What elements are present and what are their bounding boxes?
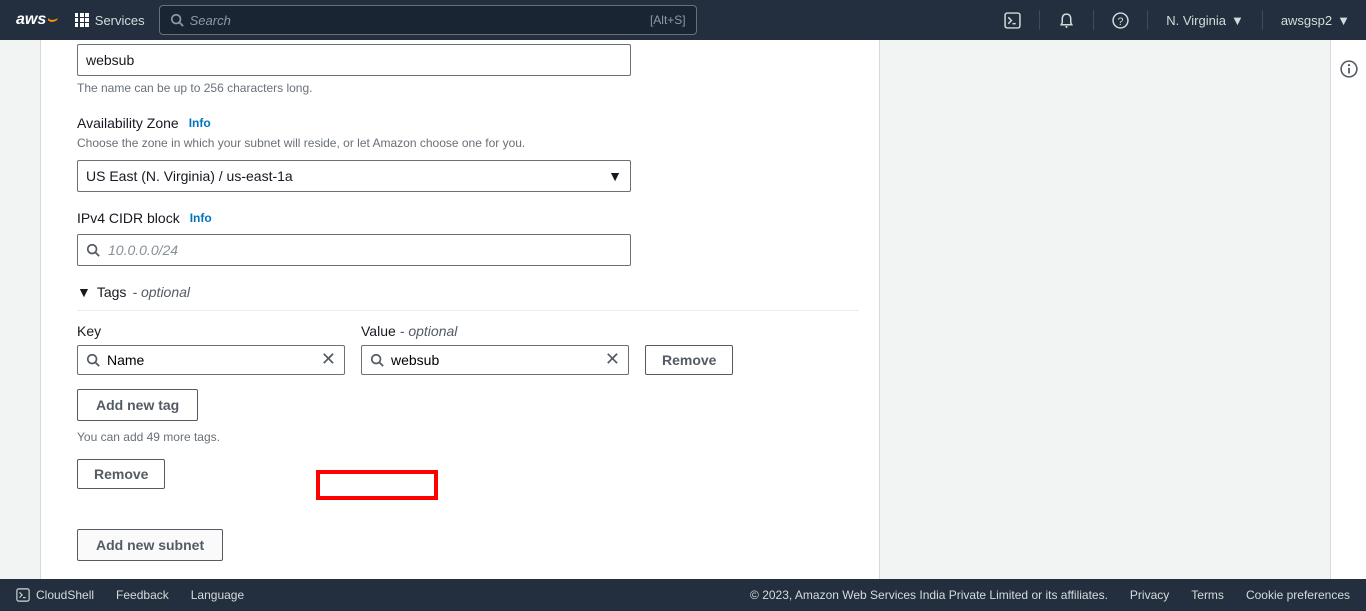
search-icon — [370, 353, 384, 367]
main-scroll[interactable]: websub The name can be up to 256 charact… — [0, 40, 1330, 579]
tag-key-label: Key — [77, 323, 345, 339]
tag-key-input[interactable]: Name ✕ — [77, 345, 345, 375]
help-icon[interactable]: ? — [1112, 12, 1129, 29]
terms-link[interactable]: Terms — [1191, 588, 1224, 602]
top-nav: aws⌣ Services Search [Alt+S] ? N. Virgin… — [0, 0, 1366, 40]
region-selector[interactable]: N. Virginia ▼ — [1166, 13, 1244, 28]
cookies-link[interactable]: Cookie preferences — [1246, 588, 1350, 602]
clear-icon[interactable]: ✕ — [605, 349, 620, 370]
search-icon — [86, 353, 100, 367]
account-selector[interactable]: awsgsp2 ▼ — [1281, 13, 1350, 28]
tag-value-label: Value - optional — [361, 323, 629, 339]
az-info-link[interactable]: Info — [189, 116, 211, 130]
remove-tag-button[interactable]: Remove — [645, 345, 733, 375]
language-link[interactable]: Language — [191, 588, 244, 602]
dropdown-caret-icon: ▼ — [608, 168, 622, 184]
az-select[interactable]: US East (N. Virginia) / us-east-1a ▼ — [77, 160, 631, 192]
az-label: Availability Zone Info — [77, 115, 859, 131]
caret-down-icon: ▼ — [77, 284, 91, 300]
services-menu[interactable]: Services — [75, 13, 145, 28]
cloudshell-link[interactable]: CloudShell — [16, 588, 94, 602]
cloudshell-icon — [16, 588, 30, 602]
subnet-name-help: The name can be up to 256 characters lon… — [77, 80, 859, 97]
search-icon — [86, 243, 100, 257]
tag-limit-help: You can add 49 more tags. — [77, 429, 859, 446]
az-value: US East (N. Virginia) / us-east-1a — [86, 168, 293, 184]
copyright-text: © 2023, Amazon Web Services India Privat… — [750, 588, 1108, 602]
az-help: Choose the zone in which your subnet wil… — [77, 135, 859, 152]
subnet-name-input[interactable]: websub — [77, 44, 631, 76]
cloudshell-icon[interactable] — [1004, 12, 1021, 29]
feedback-link[interactable]: Feedback — [116, 588, 169, 602]
clear-icon[interactable]: ✕ — [321, 349, 336, 370]
search-shortcut: [Alt+S] — [650, 13, 686, 27]
subnet-name-value: websub — [86, 52, 134, 68]
tag-value-value: websub — [391, 352, 439, 368]
subnet-form-panel: websub The name can be up to 256 charact… — [40, 40, 880, 579]
remove-subnet-button[interactable]: Remove — [77, 459, 165, 489]
services-label: Services — [95, 13, 145, 28]
tag-key-value: Name — [107, 352, 144, 368]
svg-text:?: ? — [1118, 15, 1124, 27]
search-placeholder: Search — [190, 13, 231, 28]
cidr-placeholder: 10.0.0.0/24 — [108, 242, 178, 258]
tags-toggle[interactable]: ▼ Tags - optional — [77, 284, 859, 311]
tags-optional: - optional — [132, 284, 190, 300]
add-tag-button[interactable]: Add new tag — [77, 389, 198, 421]
add-subnet-button[interactable]: Add new subnet — [77, 529, 223, 561]
tags-label: Tags — [97, 284, 127, 300]
cidr-label: IPv4 CIDR block Info — [77, 210, 859, 226]
caret-down-icon: ▼ — [1231, 13, 1244, 28]
cidr-input[interactable]: 10.0.0.0/24 — [77, 234, 631, 266]
aws-logo[interactable]: aws⌣ — [16, 11, 57, 29]
search-icon — [170, 13, 184, 27]
info-rail — [1330, 40, 1366, 579]
caret-down-icon: ▼ — [1337, 13, 1350, 28]
nav-right: ? N. Virginia ▼ awsgsp2 ▼ — [1004, 10, 1350, 30]
services-grid-icon — [75, 13, 89, 27]
cidr-info-link[interactable]: Info — [190, 211, 212, 225]
footer: CloudShell Feedback Language © 2023, Ama… — [0, 579, 1366, 611]
notifications-icon[interactable] — [1058, 12, 1075, 29]
privacy-link[interactable]: Privacy — [1130, 588, 1169, 602]
tag-value-input[interactable]: websub ✕ — [361, 345, 629, 375]
info-icon[interactable] — [1340, 60, 1358, 78]
search-input[interactable]: Search [Alt+S] — [159, 5, 697, 35]
